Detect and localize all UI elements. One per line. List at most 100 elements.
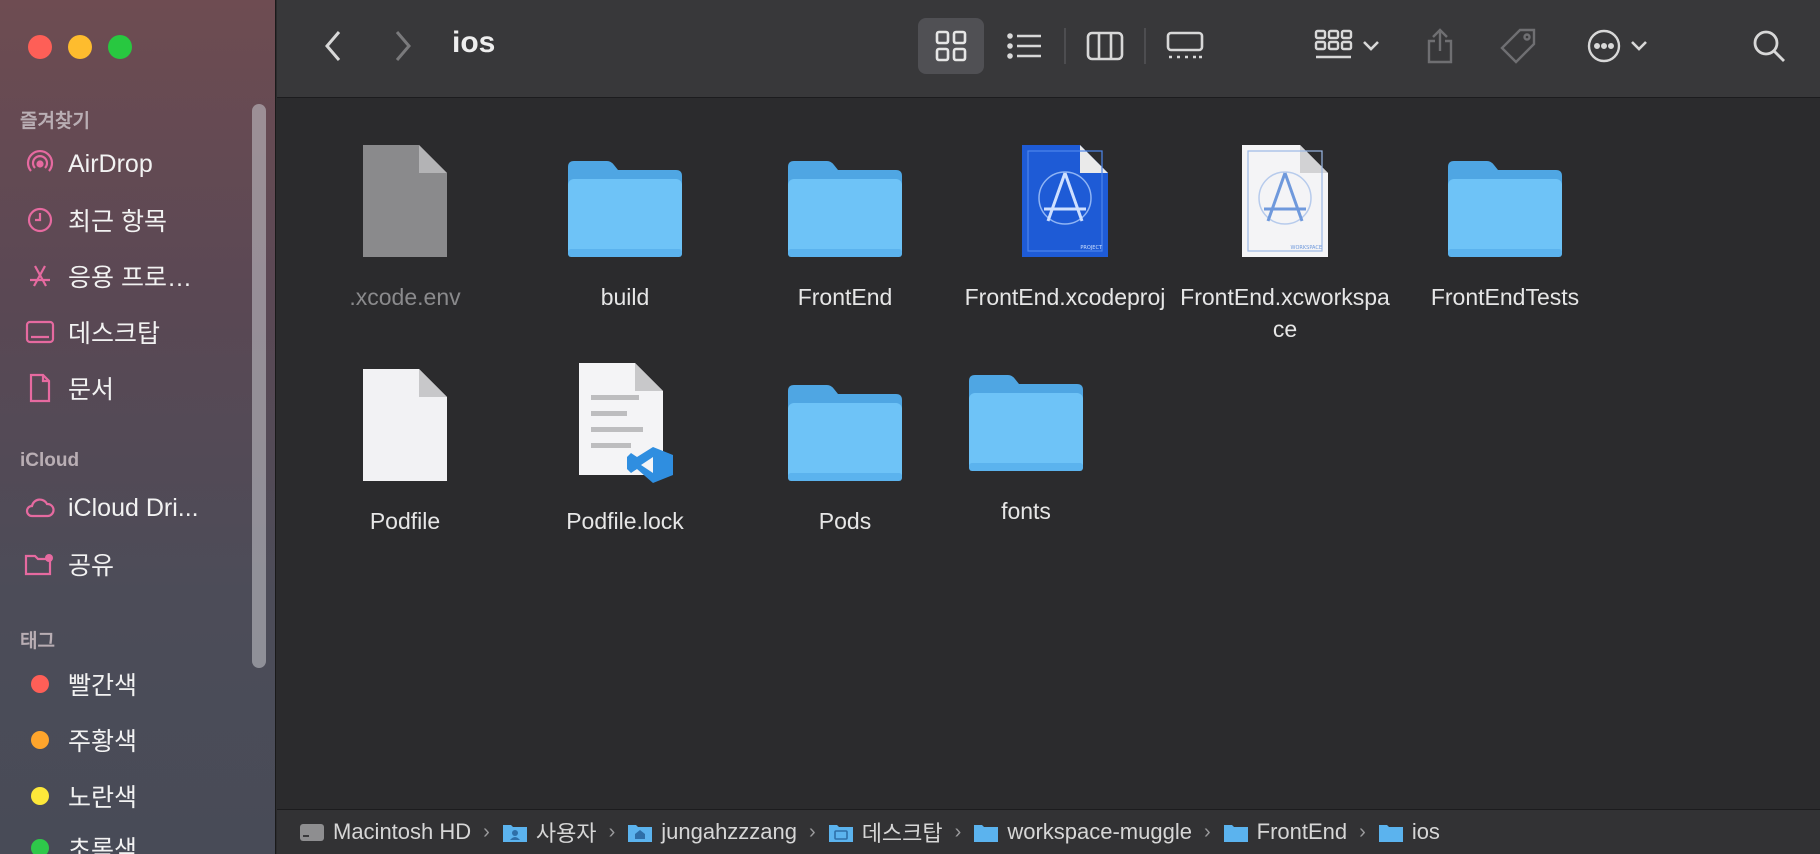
sidebar-tag-red[interactable]: 빨간색 (24, 664, 137, 704)
sidebar-item-label: 최근 항목 (68, 208, 167, 236)
desktop-icon (24, 316, 56, 348)
group-by-button[interactable] (1304, 22, 1390, 70)
sidebar-item-icloud-drive[interactable]: iCloud Dri... (24, 488, 199, 528)
window-title: ios (452, 26, 496, 59)
document-icon (24, 372, 56, 404)
sidebar-item-label: 응용 프로… (68, 264, 192, 292)
file-name: .xcode.env (349, 284, 461, 310)
tag-color-dot (31, 787, 49, 805)
sidebar-item-label: 문서 (68, 376, 115, 404)
folder-item[interactable]: FrontEndTests (1397, 129, 1613, 313)
path-bar: Macintosh HD › 사용자 › jungahzzzang › 데스크탑… (277, 809, 1820, 854)
folder-icon (974, 825, 999, 842)
chevron-down-icon (1631, 41, 1647, 51)
sidebar-tag-yellow[interactable]: 노란색 (24, 776, 137, 816)
column-view-button[interactable] (1075, 18, 1135, 74)
sidebar-item-documents[interactable]: 문서 (24, 368, 114, 408)
sidebar-item-label: AirDrop (68, 149, 153, 178)
clock-icon (24, 204, 56, 236)
search-button[interactable] (1747, 24, 1791, 68)
file-name: FrontEnd.xcodeproj (964, 284, 1166, 310)
toolbar: ios (277, 0, 1820, 98)
more-actions-button[interactable] (1579, 22, 1655, 70)
folder-item[interactable]: fonts (918, 343, 1134, 527)
icon-view-button[interactable] (918, 18, 984, 74)
folder-icon (788, 161, 902, 257)
list-icon (1007, 33, 1041, 59)
share-icon (1427, 28, 1453, 64)
list-view-button[interactable] (995, 18, 1055, 74)
chevron-right-icon: › (483, 820, 490, 843)
minimize-window-button[interactable] (68, 35, 92, 59)
folder-icon (1378, 825, 1403, 842)
close-window-button[interactable] (28, 35, 52, 59)
path-item-users[interactable]: 사용자 (502, 816, 597, 848)
file-grid: .xcode.env build FrontEnd PROJECT FrontE… (277, 99, 1820, 809)
sidebar-item-label: 초록색 (68, 836, 138, 854)
disk-icon (300, 824, 324, 841)
users-folder-icon (502, 825, 527, 842)
chevron-right-icon: › (1359, 820, 1366, 843)
home-folder-icon (628, 825, 653, 842)
folder-icon (1223, 825, 1248, 842)
xcodeproj-item[interactable]: PROJECT FrontEnd.xcodeproj (957, 129, 1173, 313)
xcode-workspace-icon: WORKSPACE (1242, 145, 1328, 257)
file-item[interactable]: .xcode.env (297, 129, 513, 313)
sidebar-item-shared[interactable]: 공유 (24, 544, 114, 584)
tag-color-dot (31, 839, 49, 854)
sidebar-item-label: 노란색 (68, 784, 138, 812)
group-grid-icon (1314, 29, 1353, 59)
folder-item[interactable]: build (517, 129, 733, 313)
path-item-macintosh-hd[interactable]: Macintosh HD (299, 819, 471, 845)
chevron-right-icon: › (954, 820, 962, 843)
generic-file-icon (363, 145, 447, 257)
file-name: build (600, 284, 650, 310)
desktop-folder-icon (828, 825, 853, 842)
sidebar-tag-green[interactable]: 초록색 (24, 828, 137, 854)
folder-icon (568, 161, 682, 257)
sidebar-item-recents[interactable]: 최근 항목 (24, 200, 167, 240)
tag-color-dot (31, 675, 49, 693)
toolbar-divider (1144, 28, 1146, 64)
ellipsis-circle-icon (1587, 29, 1621, 63)
file-name: fonts (1001, 498, 1051, 524)
path-item-ios[interactable]: ios (1378, 819, 1440, 845)
chevron-right-icon (395, 31, 411, 61)
sidebar-tag-orange[interactable]: 주황색 (24, 720, 137, 760)
folder-item[interactable]: FrontEnd (737, 129, 953, 313)
sidebar-item-desktop[interactable]: 데스크탑 (24, 312, 160, 352)
sidebar-item-airdrop[interactable]: AirDrop (24, 144, 153, 184)
toolbar-divider (1064, 28, 1066, 64)
path-item-desktop[interactable]: 데스크탑 (828, 816, 943, 848)
back-button[interactable] (315, 26, 351, 66)
sidebar-item-applications[interactable]: 응용 프로… (24, 256, 192, 296)
applications-icon (24, 260, 56, 292)
xcodeproj-badge: PROJECT (1080, 245, 1103, 251)
sidebar-scrollbar[interactable] (252, 104, 266, 668)
path-item-workspace-muggle[interactable]: workspace-muggle (973, 819, 1192, 845)
file-item[interactable]: Podfile (297, 353, 513, 537)
tag-color-dot (31, 731, 49, 749)
file-item[interactable]: Podfile.lock (517, 353, 733, 537)
sidebar-item-label: 공유 (68, 552, 115, 580)
tag-icon (1500, 28, 1536, 64)
path-item-frontend[interactable]: FrontEnd (1223, 819, 1347, 845)
file-name: Podfile (369, 508, 441, 534)
file-name: Podfile.lock (566, 508, 684, 534)
file-name: FrontEnd (797, 284, 893, 310)
zoom-window-button[interactable] (108, 35, 132, 59)
chevron-down-icon (1363, 41, 1379, 51)
gallery-view-button[interactable] (1155, 18, 1215, 74)
tags-header: 태그 (20, 631, 55, 652)
forward-button[interactable] (385, 26, 421, 66)
share-button[interactable] (1415, 20, 1465, 72)
file-name: FrontEndTests (1430, 284, 1580, 310)
chevron-right-icon: › (608, 820, 616, 843)
gallery-icon (1166, 31, 1204, 59)
tag-button[interactable] (1491, 20, 1545, 72)
xcworkspace-item[interactable]: WORKSPACE FrontEnd.xcworkspace (1177, 129, 1393, 345)
folder-icon (788, 385, 902, 481)
grid-icon (935, 30, 967, 62)
generic-file-icon (363, 369, 447, 481)
path-item-home[interactable]: jungahzzzang (627, 819, 797, 845)
